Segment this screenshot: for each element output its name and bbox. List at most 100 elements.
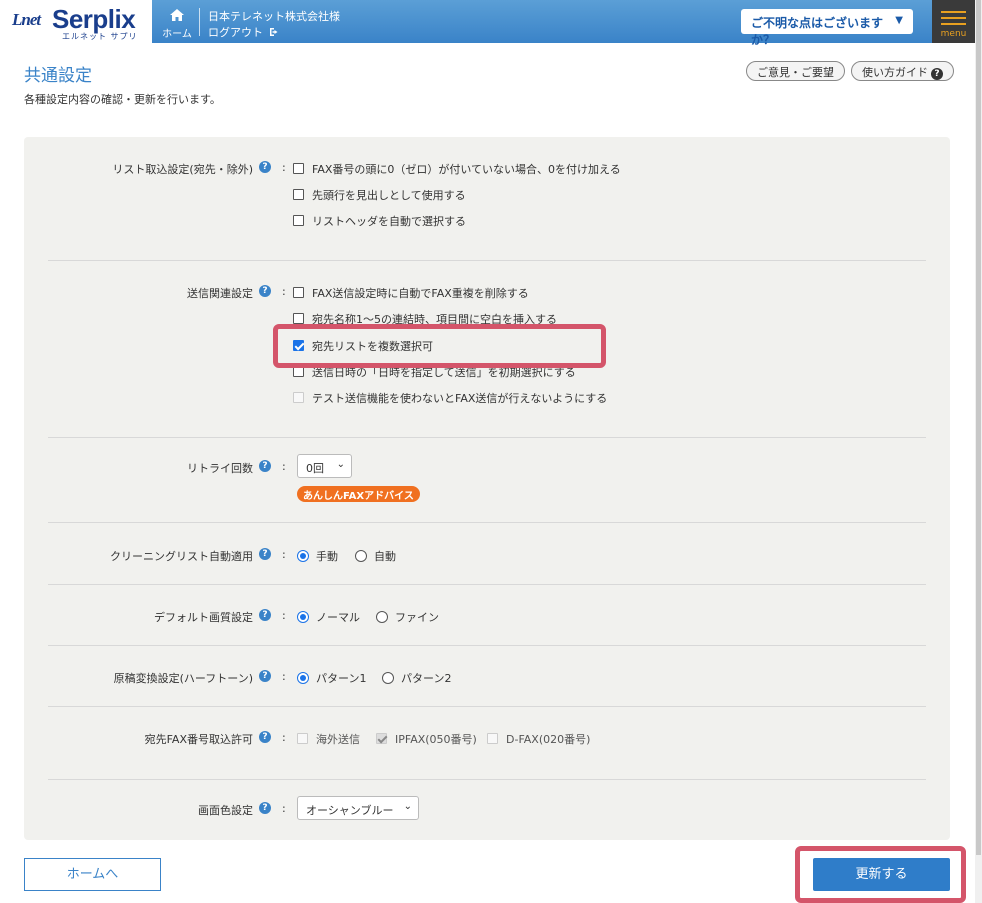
- feedback-button[interactable]: ご意見・ご要望: [746, 61, 845, 81]
- help-question-icon[interactable]: ?: [259, 609, 271, 621]
- option-ipfax[interactable]: IPFAX(050番号): [395, 731, 477, 747]
- section-divider: [48, 706, 926, 707]
- back-home-button[interactable]: ホームへ: [24, 858, 161, 891]
- home-nav-label: ホーム: [162, 29, 192, 40]
- home-icon: [170, 9, 184, 21]
- screen-color-select[interactable]: オーシャンブルー ⌄: [297, 796, 419, 820]
- highlight-box: [273, 324, 606, 368]
- help-dropdown-label: ご不明な点はございますか？: [751, 16, 884, 47]
- nav-divider: [199, 8, 200, 36]
- menu-label: menu: [940, 29, 967, 39]
- page-description: 各種設定内容の確認・更新を行います。: [24, 93, 221, 106]
- app-header: Lnet Serplix エルネット サプリ ホーム 日本テレネット株式会社様 …: [0, 0, 982, 47]
- screen-color-value: オーシャンブルー: [306, 804, 394, 817]
- checkbox-add-zero[interactable]: [293, 163, 304, 174]
- page-title: 共通設定: [24, 66, 92, 86]
- help-question-icon[interactable]: ?: [259, 670, 271, 682]
- option-fine[interactable]: ファイン: [395, 609, 439, 625]
- colon: :: [282, 285, 286, 298]
- logout-link[interactable]: ログアウト: [208, 24, 279, 40]
- section-divider: [48, 260, 926, 261]
- option-remove-duplicates[interactable]: FAX送信設定時に自動でFAX重複を削除する: [312, 285, 529, 301]
- cleaning-list-label: クリーニングリスト自動適用: [110, 550, 253, 563]
- option-manual[interactable]: 手動: [316, 548, 338, 564]
- option-header-row[interactable]: 先頭行を見出しとして使用する: [312, 187, 466, 203]
- help-question-icon[interactable]: ?: [259, 460, 271, 472]
- help-question-icon[interactable]: ?: [259, 731, 271, 743]
- colon: :: [282, 731, 286, 744]
- option-auto-header[interactable]: リストヘッダを自動で選択する: [312, 213, 466, 229]
- back-home-button-label: ホームへ: [66, 867, 119, 882]
- section-divider: [48, 779, 926, 780]
- update-button-label: 更新する: [855, 867, 908, 882]
- logout-icon: [269, 28, 277, 36]
- option-auto[interactable]: 自動: [374, 548, 396, 564]
- colon: :: [282, 548, 286, 561]
- list-import-label: リスト取込設定(宛先・除外): [112, 163, 253, 176]
- fax-number-label: 宛先FAX番号取込許可: [144, 733, 253, 746]
- retry-count-label: リトライ回数: [187, 462, 253, 475]
- chevron-down-icon: ⌄: [403, 801, 412, 812]
- option-pattern2[interactable]: パターン2: [401, 670, 451, 686]
- colon: :: [282, 161, 286, 174]
- section-divider: [48, 522, 926, 523]
- home-nav-button[interactable]: ホーム: [157, 0, 197, 43]
- logo-sub-text: エルネット サプリ: [62, 32, 138, 41]
- help-question-icon[interactable]: ?: [259, 285, 271, 297]
- update-button[interactable]: 更新する: [813, 858, 950, 891]
- checkbox-require-test[interactable]: [293, 392, 304, 403]
- guide-button-label: 使い方ガイド: [862, 66, 928, 79]
- question-icon: ?: [931, 68, 943, 80]
- company-name: 日本テレネット株式会社様: [208, 10, 340, 23]
- option-require-test[interactable]: テスト送信機能を使わないとFAX送信が行えないようにする: [312, 390, 607, 406]
- section-divider: [48, 437, 926, 438]
- colon: :: [282, 460, 286, 473]
- help-question-icon[interactable]: ?: [259, 161, 271, 173]
- colon: :: [282, 802, 286, 815]
- halftone-label: 原稿変換設定(ハーフトーン): [113, 672, 253, 685]
- checkbox-insert-space[interactable]: [293, 313, 304, 324]
- radio-pattern1[interactable]: [297, 672, 309, 684]
- checkbox-header-row[interactable]: [293, 189, 304, 200]
- help-question-icon[interactable]: ?: [259, 802, 271, 814]
- help-dropdown[interactable]: ご不明な点はございますか？ ▼: [741, 9, 913, 47]
- checkbox-remove-duplicates[interactable]: [293, 287, 304, 298]
- radio-auto[interactable]: [355, 550, 367, 562]
- vertical-scrollbar[interactable]: [975, 0, 982, 903]
- checkbox-auto-header[interactable]: [293, 215, 304, 226]
- caret-down-icon: ▼: [895, 15, 903, 26]
- option-dfax[interactable]: D-FAX(020番号): [506, 731, 590, 747]
- radio-pattern2[interactable]: [382, 672, 394, 684]
- chevron-down-icon: ⌄: [336, 459, 345, 470]
- option-normal[interactable]: ノーマル: [316, 609, 360, 625]
- hamburger-icon-bar: [941, 23, 966, 25]
- fax-advice-badge[interactable]: あんしんFAXアドバイス: [297, 486, 420, 502]
- colon: :: [282, 670, 286, 683]
- guide-button[interactable]: 使い方ガイド?: [851, 61, 954, 81]
- scrollbar-thumb[interactable]: [976, 0, 981, 855]
- radio-normal[interactable]: [297, 611, 309, 623]
- logo[interactable]: Lnet Serplix エルネット サプリ: [0, 0, 152, 43]
- hamburger-icon: [941, 11, 966, 13]
- help-question-icon[interactable]: ?: [259, 548, 271, 560]
- send-settings-label: 送信関連設定: [187, 287, 253, 300]
- checkbox-overseas[interactable]: [297, 733, 308, 744]
- radio-manual[interactable]: [297, 550, 309, 562]
- quality-label: デフォルト画質設定: [154, 611, 253, 624]
- option-overseas[interactable]: 海外送信: [316, 731, 360, 747]
- checkbox-dfax[interactable]: [487, 733, 498, 744]
- option-pattern1[interactable]: パターン1: [316, 670, 366, 686]
- screen-color-label: 画面色設定: [198, 804, 253, 817]
- radio-fine[interactable]: [376, 611, 388, 623]
- logout-label: ログアウト: [208, 26, 263, 39]
- retry-count-value: 0回: [306, 462, 324, 475]
- colon: :: [282, 609, 286, 622]
- option-add-zero[interactable]: FAX番号の頭に0（ゼロ）が付いていない場合、0を付け加える: [312, 161, 621, 177]
- hamburger-icon-bar: [941, 17, 966, 19]
- section-divider: [48, 645, 926, 646]
- menu-button[interactable]: menu: [932, 0, 975, 43]
- checkbox-ipfax[interactable]: [376, 733, 387, 744]
- section-divider: [48, 584, 926, 585]
- retry-count-select[interactable]: 0回 ⌄: [297, 454, 352, 478]
- logo-lnet-text: Lnet: [12, 10, 41, 29]
